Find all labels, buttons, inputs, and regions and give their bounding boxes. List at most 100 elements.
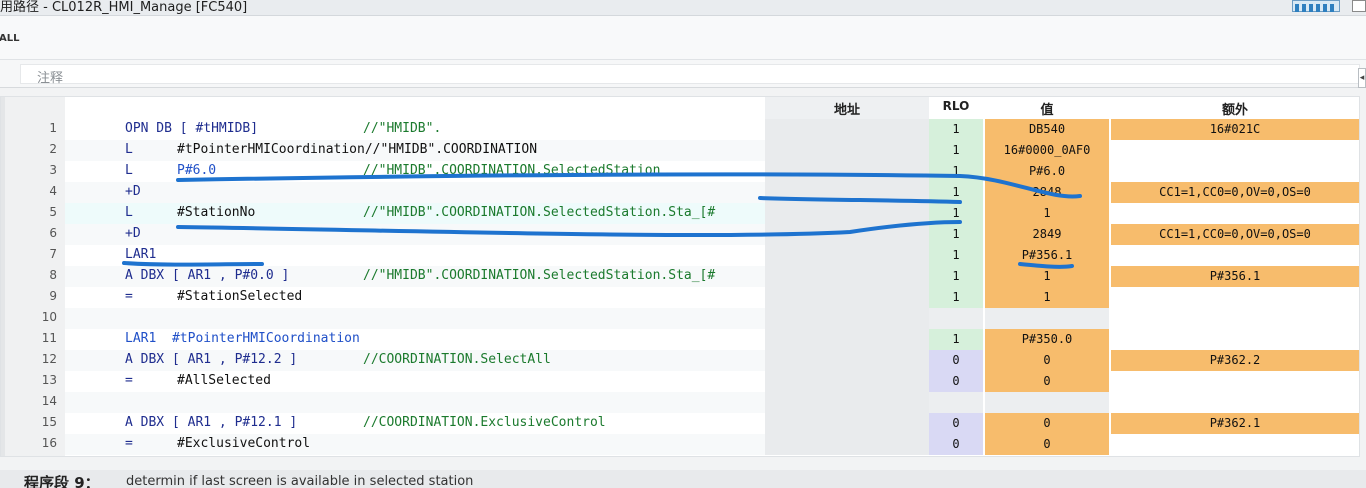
address-cell xyxy=(765,161,929,182)
line-comment: //COORDINATION.ExclusiveControl xyxy=(363,415,606,430)
network-header[interactable]: 程序段 9： determin if last screen is availa… xyxy=(0,470,1366,488)
address-cell xyxy=(765,182,929,203)
code-line[interactable]: 8 A DBX [ AR1 , P#0.0 ] //"HMIDB".COORDINA… xyxy=(1,266,1359,287)
instruction[interactable]: A DBX [ AR1 , P#0.0 ] xyxy=(125,268,289,283)
code-line[interactable]: 12 A DBX [ AR1 , P#12.2 ] //COORDINATION.S… xyxy=(1,350,1359,371)
rlo-cell: 0 xyxy=(929,413,983,434)
address-cell xyxy=(765,371,929,392)
stl-code-editor[interactable]: 地址 RLO 值 额外 1 OPN DB [ #tHMIDB] //"HMIDB".… xyxy=(0,96,1360,457)
line-comment: //COORDINATION.SelectAll xyxy=(363,352,551,367)
code-line[interactable]: 6 +D 1 2849 CC1=1,CC0=0,OV=0,OS=0 xyxy=(1,224,1359,245)
address-cell xyxy=(765,287,929,308)
extra-cell: 16#021C xyxy=(1111,119,1359,140)
rlo-cell: 1 xyxy=(929,203,983,224)
operand[interactable]: #AllSelected xyxy=(177,373,271,388)
rlo-cell: 1 xyxy=(929,287,983,308)
line-number: 6 xyxy=(49,226,57,240)
value-cell: P#350.0 xyxy=(985,329,1109,350)
value-cell: 0 xyxy=(985,413,1109,434)
extra-cell: CC1=1,CC0=0,OV=0,OS=0 xyxy=(1111,182,1359,203)
address-cell xyxy=(765,392,929,413)
rlo-cell xyxy=(929,392,983,413)
extra-cell xyxy=(1111,161,1359,182)
code-line[interactable]: 16 = #ExclusiveControl 0 0 xyxy=(1,434,1359,455)
value-cell: 2849 xyxy=(985,224,1109,245)
code-line[interactable]: 15 A DBX [ AR1 , P#12.1 ] //COORDINATION.E… xyxy=(1,413,1359,434)
extra-cell xyxy=(1111,203,1359,224)
value-cell: P#6.0 xyxy=(985,161,1109,182)
instruction[interactable]: = xyxy=(125,436,133,451)
extra-cell: CC1=1,CC0=0,OV=0,OS=0 xyxy=(1111,224,1359,245)
line-number: 14 xyxy=(41,394,57,408)
operand[interactable]: #StationNo xyxy=(177,205,255,220)
instruction[interactable]: L xyxy=(125,205,133,220)
extra-cell xyxy=(1111,287,1359,308)
block-comment-field[interactable]: 注释 xyxy=(20,64,1360,86)
line-number: 10 xyxy=(41,310,57,324)
operand[interactable]: P#6.0 xyxy=(177,163,216,178)
line-number: 11 xyxy=(41,331,57,345)
code-line[interactable]: 4 +D 1 2848 CC1=1,CC0=0,OV=0,OS=0 xyxy=(1,182,1359,203)
instruction[interactable]: = xyxy=(125,289,133,304)
value-cell: 0 xyxy=(985,434,1109,455)
address-cell xyxy=(765,266,929,287)
instruction[interactable]: +D xyxy=(125,226,141,241)
operand[interactable]: #ExclusiveControl xyxy=(177,436,310,451)
code-line[interactable]: 7 LAR1 1 P#356.1 xyxy=(1,245,1359,266)
address-cell xyxy=(765,413,929,434)
code-line[interactable]: 1 OPN DB [ #tHMIDB]//"HMIDB". 1 DB540 16#021… xyxy=(1,119,1359,140)
scroll-left-icon[interactable]: ◂ xyxy=(1358,68,1366,88)
code-line[interactable]: 14 xyxy=(1,392,1359,413)
instruction[interactable]: LAR1 xyxy=(125,247,156,262)
view-toggle-icon[interactable] xyxy=(1292,0,1340,12)
instruction[interactable]: L xyxy=(125,142,133,157)
line-number: 4 xyxy=(49,184,57,198)
rlo-cell: 1 xyxy=(929,329,983,350)
code-line[interactable]: 10 xyxy=(1,308,1359,329)
instruction[interactable]: LAR1 #tPointerHMICoordination xyxy=(125,331,360,346)
instruction[interactable]: A DBX [ AR1 , P#12.1 ] xyxy=(125,415,297,430)
network-comment[interactable]: determin if last screen is available in … xyxy=(126,474,473,488)
instruction[interactable]: OPN DB [ #tHMIDB] xyxy=(125,121,258,136)
code-line[interactable]: 2 L #tPointerHMICoordination//"HMIDB".COOR… xyxy=(1,140,1359,161)
rlo-cell: 1 xyxy=(929,245,983,266)
rlo-cell: 0 xyxy=(929,350,983,371)
address-cell xyxy=(765,203,929,224)
extra-cell xyxy=(1111,140,1359,161)
instruction[interactable]: A DBX [ AR1 , P#12.2 ] xyxy=(125,352,297,367)
column-header-rlo: RLO xyxy=(942,99,970,113)
extra-cell xyxy=(1111,434,1359,455)
value-cell: 1 xyxy=(985,287,1109,308)
code-line[interactable]: 11 LAR1 #tPointerHMICoordination 1 P#350.0 xyxy=(1,329,1359,350)
line-number: 1 xyxy=(49,121,57,135)
rlo-cell: 1 xyxy=(929,266,983,287)
address-cell xyxy=(765,119,929,140)
value-cell: 0 xyxy=(985,350,1109,371)
line-number: 5 xyxy=(49,205,57,219)
value-cell: 16#0000_0AF0 xyxy=(985,140,1109,161)
window-restore-icon[interactable] xyxy=(1352,0,1366,12)
column-header-extra: 额外 xyxy=(1221,103,1248,118)
line-number: 3 xyxy=(49,163,57,177)
code-line[interactable]: 3 L P#6.0 //"HMIDB".COORDINATION.SelectedSt… xyxy=(1,161,1359,182)
extra-cell: P#362.1 xyxy=(1111,413,1359,434)
operand[interactable]: #tPointerHMICoordination//"HMIDB".COORDI… xyxy=(177,142,537,157)
toolbar-all-button[interactable]: ALL xyxy=(0,33,19,44)
code-line[interactable]: 5 L #StationNo //"HMIDB".COORDINATION.Selec… xyxy=(1,203,1359,224)
instruction[interactable]: = xyxy=(125,373,133,388)
rlo-cell: 1 xyxy=(929,224,983,245)
instruction[interactable]: L xyxy=(125,163,133,178)
value-cell: 1 xyxy=(985,203,1109,224)
block-comment-label: 注释 xyxy=(37,71,64,86)
instruction[interactable]: +D xyxy=(125,184,141,199)
window-title: 用路径 - CL012R_HMI_Manage [FC540] xyxy=(0,0,248,15)
code-line[interactable]: 13 = #AllSelected 0 0 xyxy=(1,371,1359,392)
code-line[interactable]: 9 = #StationSelected 1 1 xyxy=(1,287,1359,308)
rlo-cell: 0 xyxy=(929,371,983,392)
line-number: 15 xyxy=(41,415,57,429)
line-comment: //"HMIDB".COORDINATION.SelectedStation.S… xyxy=(363,268,716,283)
address-cell xyxy=(765,308,929,329)
line-number: 13 xyxy=(41,373,57,387)
operand[interactable]: #StationSelected xyxy=(177,289,302,304)
line-number: 12 xyxy=(41,352,57,366)
